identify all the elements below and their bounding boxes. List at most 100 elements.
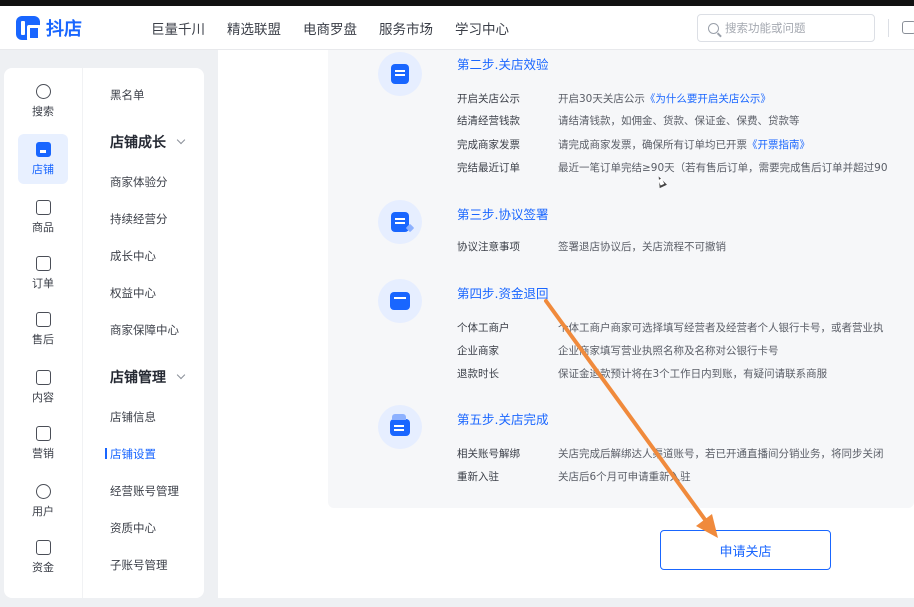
row-value: 关店完成后解绑达人渠道账号，若已开通直播间分销业务，将同步关闭 [558, 448, 884, 460]
chevron-down-icon [176, 135, 186, 145]
document-icon [391, 64, 409, 84]
row-label: 开启关店公示 [457, 93, 520, 105]
message-icon[interactable] [902, 21, 914, 34]
submenu-item-operation-score[interactable]: 持续经营分 [110, 211, 168, 227]
step-4-icon [378, 279, 422, 323]
step-row: 开启关店公示 开启30天关店公示 《为什么要开启关店公示》 [457, 91, 771, 106]
row-label: 结清经营钱款 [457, 115, 520, 127]
step-3-icon [378, 200, 422, 244]
row-label: 重新入驻 [457, 471, 499, 483]
icon-rail: 搜索 店铺 商品 订单 售后 内容 营销 用户 资金 [12, 68, 74, 598]
submenu-item-growth-center[interactable]: 成长中心 [110, 248, 156, 264]
rail-item-label: 搜索 [32, 104, 54, 118]
apply-close-shop-button[interactable]: 申请关店 [660, 530, 831, 570]
nav-item-compass[interactable]: 电商罗盘 [303, 18, 357, 38]
submenu-item-account-management[interactable]: 经营账号管理 [110, 483, 179, 499]
row-label: 退款时长 [457, 368, 499, 380]
step-title: 第二步.关店效验 [457, 57, 549, 72]
shop-close-icon [390, 414, 410, 436]
search-input[interactable] [725, 21, 865, 35]
rail-item-marketing[interactable]: 营销 [18, 418, 68, 468]
nav-item-alliance[interactable]: 精选联盟 [227, 18, 281, 38]
row-value: 企业商家填写营业执照名称及名称对公银行卡号 [558, 345, 779, 357]
rail-item-users[interactable]: 用户 [18, 476, 68, 526]
rail-divider [82, 68, 83, 598]
submenu-item-experience-score[interactable]: 商家体验分 [110, 174, 168, 190]
wallet-icon [390, 292, 410, 310]
row-value: 个体工商户商家可选择填写经营者及经营者个人银行卡号，或者营业执 [558, 322, 884, 334]
main-content: 第二步.关店效验 开启关店公示 开启30天关店公示 《为什么要开启关店公示》 结… [218, 50, 914, 598]
rail-item-goods[interactable]: 商品 [18, 192, 68, 242]
app-logo[interactable]: 抖店 [16, 13, 82, 43]
bag-icon [35, 199, 51, 215]
user-icon [35, 483, 51, 499]
row-value: 开启30天关店公示 [558, 93, 645, 105]
submenu-item-qualification-center[interactable]: 资质中心 [110, 520, 156, 536]
submenu-group-management[interactable]: 店铺管理 [110, 367, 186, 387]
invoice-guide-link[interactable]: 《开票指南》 [747, 137, 810, 152]
submenu-group-growth[interactable]: 店铺成长 [110, 132, 186, 152]
submenu-item-shop-info[interactable]: 店铺信息 [110, 409, 156, 425]
rail-item-search[interactable]: 搜索 [18, 76, 68, 126]
submenu-item-protection-center[interactable]: 商家保障中心 [110, 322, 179, 338]
nav-item-learning[interactable]: 学习中心 [455, 18, 509, 38]
rail-item-funds[interactable]: 资金 [18, 532, 68, 582]
submenu-item-benefits-center[interactable]: 权益中心 [110, 285, 156, 301]
submenu-item-blacklist[interactable]: 黑名单 [110, 87, 145, 103]
step-title: 第三步.协议签署 [457, 207, 549, 222]
step-row: 重新入驻 关店后6个月可申请重新入驻 [457, 469, 691, 484]
step-5-icon [378, 405, 422, 449]
step-row: 结清经营钱款 请结清钱款，如佣金、货款、保证金、保费、贷款等 [457, 113, 800, 128]
rail-item-label: 商品 [32, 220, 54, 234]
step-2-icon [378, 52, 422, 96]
chevron-down-icon [176, 370, 186, 380]
search-icon [708, 22, 719, 34]
rail-item-shop[interactable]: 店铺 [18, 134, 68, 184]
row-label: 个体工商户 [457, 322, 510, 334]
order-icon [35, 255, 51, 271]
step-row: 企业商家 企业商家填写营业执照名称及名称对公银行卡号 [457, 343, 779, 358]
megaphone-icon [35, 425, 51, 441]
top-nav: 巨量千川 精选联盟 电商罗盘 服务市场 学习中心 [151, 6, 531, 50]
rail-item-orders[interactable]: 订单 [18, 248, 68, 298]
tv-icon [35, 369, 51, 385]
row-value: 关店后6个月可申请重新入驻 [558, 471, 691, 483]
wallet-icon [35, 539, 51, 555]
row-label: 协议注意事项 [457, 241, 520, 253]
rail-item-content[interactable]: 内容 [18, 362, 68, 412]
row-label: 完成商家发票 [457, 139, 520, 151]
submenu-item-sub-accounts[interactable]: 子账号管理 [110, 557, 168, 573]
rail-item-label: 内容 [32, 390, 54, 404]
row-value: 保证金退款预计将在3个工作日内到账，有疑问请联系商服 [558, 368, 828, 380]
left-navigation: 搜索 店铺 商品 订单 售后 内容 营销 用户 资金 黑名单 店铺成长 商家体验… [4, 68, 204, 598]
row-label: 完结最近订单 [457, 162, 520, 174]
nav-item-service-market[interactable]: 服务市场 [379, 18, 433, 38]
close-shop-steps-card: 第二步.关店效验 开启关店公示 开启30天关店公示 《为什么要开启关店公示》 结… [328, 50, 914, 508]
submenu-group-title: 店铺管理 [110, 370, 166, 386]
why-close-notice-link[interactable]: 《为什么要开启关店公示》 [645, 91, 771, 106]
row-value: 请完成商家发票，确保所有订单均已开票 [558, 139, 747, 151]
rail-item-label: 营销 [32, 446, 54, 460]
header-divider [888, 19, 889, 37]
step-title: 第五步.关店完成 [457, 412, 549, 427]
rail-item-label: 售后 [32, 332, 54, 346]
step-row: 完成商家发票 请完成商家发票，确保所有订单均已开票 《开票指南》 [457, 137, 810, 152]
search-box[interactable] [697, 14, 875, 42]
rail-item-label: 订单 [32, 276, 54, 290]
rail-item-label: 店铺 [32, 162, 54, 176]
row-value: 请结清钱款，如佣金、货款、保证金、保费、贷款等 [558, 115, 800, 127]
app-name: 抖店 [46, 19, 82, 40]
step-row: 完结最近订单 最近一笔订单完结≥90天（若有售后订单，需要完成售后订单并超过90 [457, 160, 888, 175]
nav-item-qianchuan[interactable]: 巨量千川 [151, 18, 205, 38]
rail-item-label: 用户 [32, 504, 54, 518]
row-value: 最近一笔订单完结≥90天（若有售后订单，需要完成售后订单并超过90 [558, 162, 888, 174]
step-row: 相关账号解绑 关店完成后解绑达人渠道账号，若已开通直播间分销业务，将同步关闭 [457, 446, 884, 461]
sign-icon [391, 212, 409, 232]
submenu-group-title: 店铺成长 [110, 135, 166, 151]
shop-icon [35, 141, 51, 157]
rail-item-label: 资金 [32, 560, 54, 574]
submenu-item-shop-settings[interactable]: 店铺设置 [105, 446, 156, 462]
row-label: 相关账号解绑 [457, 448, 520, 460]
rail-item-aftersale[interactable]: 售后 [18, 304, 68, 354]
doudian-logo-icon [16, 16, 41, 41]
